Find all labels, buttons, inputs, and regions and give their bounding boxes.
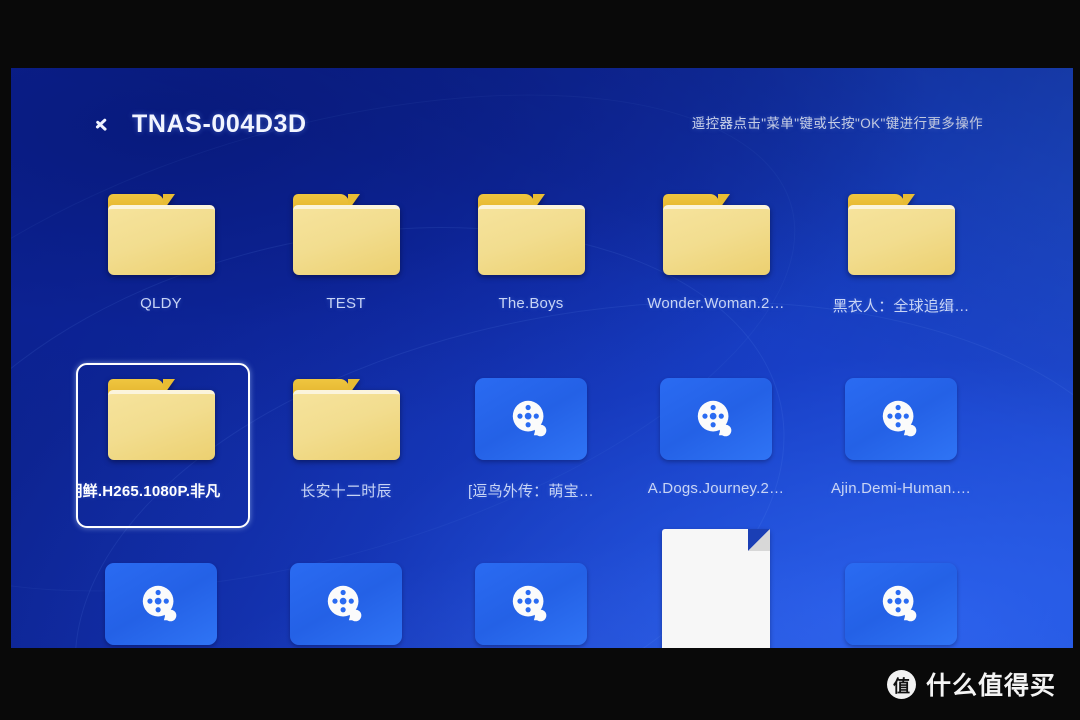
folder-icon bbox=[292, 378, 400, 460]
grid-item-label: 黑衣人：全球追缉… bbox=[832, 298, 970, 315]
video-tile bbox=[105, 563, 217, 645]
grid-item-thumbnail bbox=[816, 548, 986, 648]
folder-icon bbox=[107, 193, 215, 275]
film-reel-icon bbox=[512, 585, 547, 622]
grid-item-label: 朝鲜.H265.1080P.非凡 bbox=[76, 480, 246, 501]
document-icon bbox=[662, 529, 770, 648]
page-title: TNAS-004D3D bbox=[132, 109, 307, 138]
folder-icon bbox=[847, 193, 955, 275]
grid-item[interactable] bbox=[816, 548, 986, 648]
grid-item-thumbnail bbox=[76, 178, 246, 290]
app-header: TNAS-004D3D bbox=[11, 104, 1073, 144]
film-reel-icon bbox=[882, 400, 917, 437]
watermark-badge-icon: 值 bbox=[886, 669, 916, 699]
grid-item-label: TEST bbox=[326, 295, 366, 312]
video-tile bbox=[845, 378, 957, 460]
grid-item-thumbnail bbox=[261, 178, 431, 290]
folder-icon bbox=[477, 193, 585, 275]
tv-screen: TNAS-004D3D 遥控器点击"菜单"键或长按"OK"键进行更多操作 QLD… bbox=[11, 68, 1073, 648]
film-reel-icon bbox=[512, 400, 547, 437]
folder-icon bbox=[107, 378, 215, 460]
grid-item[interactable]: 长安十二时辰 bbox=[261, 363, 431, 525]
grid-item[interactable]: The.Boys bbox=[446, 178, 616, 340]
grid-item[interactable]: 黑衣人：全球追缉… bbox=[816, 178, 986, 340]
grid-item[interactable]: QLDY bbox=[76, 178, 246, 340]
grid-item-label: QLDY bbox=[140, 295, 182, 312]
film-reel-icon bbox=[697, 400, 732, 437]
chevron-left-icon bbox=[103, 112, 118, 137]
video-tile bbox=[475, 563, 587, 645]
grid-item-thumbnail bbox=[816, 178, 986, 290]
grid-item[interactable] bbox=[631, 529, 801, 648]
film-reel-icon bbox=[882, 585, 917, 622]
back-button[interactable]: TNAS-004D3D bbox=[103, 110, 307, 139]
grid-item-thumbnail bbox=[631, 529, 801, 648]
video-tile bbox=[475, 378, 587, 460]
grid-item-thumbnail bbox=[816, 363, 986, 475]
grid-item[interactable]: A.Dogs.Journey.2… bbox=[631, 363, 801, 525]
grid-item-thumbnail bbox=[261, 548, 431, 648]
film-reel-icon bbox=[142, 585, 177, 622]
folder-body bbox=[292, 389, 400, 460]
grid-item-thumbnail bbox=[76, 548, 246, 648]
grid-item-thumbnail bbox=[631, 363, 801, 475]
watermark-text: 什么值得买 bbox=[925, 672, 1056, 700]
folder-body bbox=[662, 204, 770, 275]
grid-item-thumbnail bbox=[631, 178, 801, 290]
grid-item[interactable] bbox=[446, 548, 616, 648]
file-grid: QLDY TEST The.Boys Wonder.Woman.2… 黑衣人：全球追缉…… bbox=[76, 178, 1073, 648]
grid-item[interactable] bbox=[261, 548, 431, 648]
grid-item-label: Wonder.Woman.2… bbox=[647, 295, 785, 312]
video-tile bbox=[845, 563, 957, 645]
grid-item[interactable] bbox=[76, 548, 246, 648]
folder-body bbox=[107, 389, 215, 460]
projector-photo: TNAS-004D3D 遥控器点击"菜单"键或长按"OK"键进行更多操作 QLD… bbox=[0, 0, 1080, 720]
grid-item-label: [逗鸟外传：萌宝… bbox=[468, 483, 594, 500]
grid-item-label: A.Dogs.Journey.2… bbox=[647, 480, 785, 497]
grid-item[interactable]: Wonder.Woman.2… bbox=[631, 178, 801, 340]
grid-item-label: 长安十二时辰 bbox=[300, 483, 392, 500]
folder-icon bbox=[292, 193, 400, 275]
grid-item-label: The.Boys bbox=[498, 295, 564, 312]
grid-item-thumbnail bbox=[446, 178, 616, 290]
folder-body bbox=[477, 204, 585, 275]
grid-item-label-marquee: 朝鲜.H265.1080P.非凡 bbox=[76, 483, 221, 500]
grid-item[interactable]: Ajin.Demi-Human.… bbox=[816, 363, 986, 525]
grid-item-thumbnail bbox=[446, 363, 616, 475]
grid-item-label: Ajin.Demi-Human.… bbox=[830, 480, 972, 497]
grid-item[interactable]: TEST bbox=[261, 178, 431, 340]
folder-body bbox=[107, 204, 215, 275]
watermark: 值 什么值得买 bbox=[886, 666, 1056, 702]
document-fold bbox=[748, 529, 770, 551]
film-reel-icon bbox=[327, 585, 362, 622]
grid-item[interactable]: [逗鸟外传：萌宝… bbox=[446, 363, 616, 525]
folder-icon bbox=[662, 193, 770, 275]
grid-item-thumbnail bbox=[261, 363, 431, 475]
grid-item-thumbnail bbox=[446, 548, 616, 648]
grid-item-thumbnail bbox=[76, 363, 246, 475]
folder-body bbox=[292, 204, 400, 275]
video-tile bbox=[660, 378, 772, 460]
folder-body bbox=[847, 204, 955, 275]
video-tile bbox=[290, 563, 402, 645]
grid-item-selected[interactable]: 朝鲜.H265.1080P.非凡 bbox=[76, 363, 250, 528]
